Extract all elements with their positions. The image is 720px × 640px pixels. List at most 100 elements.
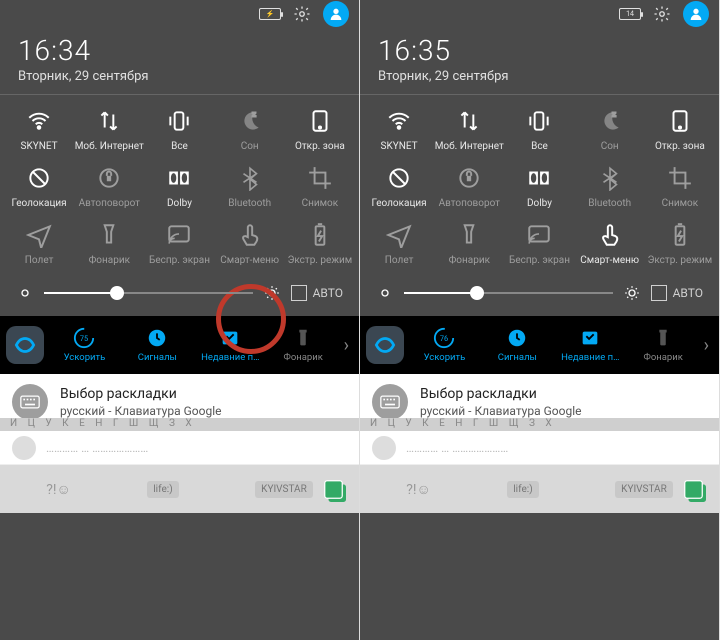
brightness-slider[interactable]: [404, 292, 613, 294]
crop-icon: [664, 164, 696, 192]
qs-tile-cast[interactable]: Беспр. экран: [144, 221, 214, 266]
qs-tile-wifi[interactable]: SKYNET: [364, 107, 434, 152]
dock-item-flashlight[interactable]: Фонарик: [267, 327, 340, 363]
flashlight-icon: [652, 327, 674, 349]
dock-item-flashlight[interactable]: Фонарик: [627, 327, 700, 363]
vibrate-icon: [163, 107, 195, 135]
battery-icon: ⚡: [259, 8, 281, 20]
updown-icon: [93, 107, 125, 135]
qs-tile-smart-menu[interactable]: Смарт-меню: [575, 221, 645, 266]
qs-tile-screenshot[interactable]: Снимок: [285, 164, 355, 209]
dock-item-label: Сигналы: [138, 352, 177, 363]
qs-tile-label: Все: [171, 141, 188, 152]
dock-item-recent[interactable]: Недавние п…: [194, 327, 267, 363]
qs-tile-dolby[interactable]: Dolby: [144, 164, 214, 209]
notification-blurred: ………… … …………………: [0, 431, 359, 465]
qs-tile-location[interactable]: Геолокация: [364, 164, 434, 209]
profile-avatar[interactable]: [683, 1, 709, 27]
qs-tile-label: Сон: [241, 141, 259, 152]
qs-tile-cast[interactable]: Беспр. экран: [504, 221, 574, 266]
brightness-row: АВТО: [0, 266, 359, 316]
brightness-auto-checkbox[interactable]: АВТО: [651, 285, 703, 301]
qs-tile-dnd[interactable]: Все: [504, 107, 574, 152]
profile-avatar[interactable]: [323, 1, 349, 27]
qs-tile-powersave[interactable]: Экстр. режим: [285, 221, 355, 266]
phone-right: 14 16:35 Вторник, 29 сентября SKYNETМоб.…: [360, 0, 720, 640]
svg-text:z: z: [612, 110, 616, 119]
qs-tile-wifi[interactable]: SKYNET: [4, 107, 74, 152]
settings-gear-icon[interactable]: [293, 5, 311, 23]
qs-tile-screenshot[interactable]: Снимок: [645, 164, 715, 209]
qs-tile-airplane[interactable]: Полет: [4, 221, 74, 266]
qs-tile-label: Моб. Интернет: [435, 141, 504, 152]
dock-expand-chevron-icon[interactable]: ›: [700, 335, 713, 356]
dock-expand-chevron-icon[interactable]: ›: [340, 335, 353, 356]
keyboard-row-hint: Й Ц У К Е Н Г Ш Щ З Х: [360, 418, 719, 432]
qs-tile-location[interactable]: Геолокация: [4, 164, 74, 209]
qs-tile-dnd[interactable]: Все: [144, 107, 214, 152]
qs-tile-dolby[interactable]: Dolby: [504, 164, 574, 209]
dock-item-alarms[interactable]: Сигналы: [121, 327, 194, 363]
battery-save-icon: [304, 221, 336, 249]
brightness-row: АВТО: [360, 266, 719, 316]
qs-tile-airplane[interactable]: Полет: [364, 221, 434, 266]
qs-tile-open-zone[interactable]: Откр. зона: [285, 107, 355, 152]
dock-item-recent[interactable]: Недавние п…: [554, 327, 627, 363]
qs-tile-flashlight[interactable]: Фонарик: [434, 221, 504, 266]
dock-app-logo[interactable]: [6, 326, 44, 364]
flashlight-icon: [93, 221, 125, 249]
brightness-auto-checkbox[interactable]: АВТО: [291, 285, 343, 301]
qs-tile-label: Сон: [601, 141, 619, 152]
alarms-icon: [506, 327, 528, 349]
qs-tile-label: Dolby: [527, 198, 552, 209]
date-text: Вторник, 29 сентября: [378, 69, 701, 84]
background-taskbar: ?!☺ life:) KYIVSTAR: [360, 465, 719, 513]
qs-tile-label: Смарт-меню: [220, 255, 279, 266]
qs-tile-bluetooth[interactable]: Bluetooth: [575, 164, 645, 209]
qs-tile-autorotate[interactable]: Автоповорот: [74, 164, 144, 209]
updown-icon: [453, 107, 485, 135]
dock-item-label: Ускорить: [424, 352, 466, 363]
qs-tile-label: Фонарик: [89, 255, 130, 266]
qs-tile-label: Dolby: [167, 198, 192, 209]
keyboard-row-hint: Й Ц У К Е Н Г Ш Щ З Х: [0, 418, 359, 432]
qs-tile-mobile-data[interactable]: Моб. Интернет: [74, 107, 144, 152]
qs-tile-bluetooth[interactable]: Bluetooth: [215, 164, 285, 209]
qs-tile-autorotate[interactable]: Автоповорот: [434, 164, 504, 209]
notification-text: Выбор раскладки русский - Клавиатура Goo…: [60, 386, 221, 418]
qs-tile-flashlight[interactable]: Фонарик: [74, 221, 144, 266]
dock-item-label: Фонарик: [643, 352, 682, 363]
plane-icon: [383, 221, 415, 249]
dock-app-logo[interactable]: [366, 326, 404, 364]
qs-tile-powersave[interactable]: Экстр. режим: [645, 221, 715, 266]
dock-item-alarms[interactable]: Сигналы: [481, 327, 554, 363]
qs-tile-open-zone[interactable]: Откр. зона: [645, 107, 715, 152]
qs-tile-sleep[interactable]: z Сон: [575, 107, 645, 152]
boost-icon: 76: [433, 327, 455, 349]
keyboard-icon: [12, 384, 48, 420]
qs-tile-label: Откр. зона: [655, 141, 705, 152]
quick-settings-grid: SKYNETМоб. Интернет Все zСонОткр. зона Геол…: [0, 101, 359, 266]
qs-tile-label: Беспр. экран: [509, 255, 570, 266]
qs-tile-smart-menu[interactable]: Смарт-меню: [215, 221, 285, 266]
divider: [360, 94, 719, 95]
qs-tile-label: SKYNET: [381, 141, 418, 152]
status-bar: ⚡: [0, 0, 359, 28]
dock-item-boost[interactable]: 75Ускорить: [48, 327, 121, 363]
dock-item-boost[interactable]: 76 Ускорить: [408, 327, 481, 363]
date-text: Вторник, 29 сентября: [18, 69, 341, 84]
wifi-icon: [383, 107, 415, 135]
qs-tile-sleep[interactable]: zСон: [215, 107, 285, 152]
settings-gear-icon[interactable]: [653, 5, 671, 23]
dock-item-label: Недавние п…: [201, 352, 259, 363]
keyboard-icon: [372, 384, 408, 420]
qs-tile-mobile-data[interactable]: Моб. Интернет: [434, 107, 504, 152]
cast-icon: [523, 221, 555, 249]
dock-item-label: Фонарик: [283, 352, 322, 363]
recent-icon: [579, 327, 601, 349]
brightness-slider[interactable]: [44, 292, 253, 294]
qs-tile-label: Полет: [385, 255, 414, 266]
crop-icon: [304, 164, 336, 192]
dock-item-label: Ускорить: [64, 352, 106, 363]
qs-tile-label: Экстр. режим: [648, 255, 713, 266]
